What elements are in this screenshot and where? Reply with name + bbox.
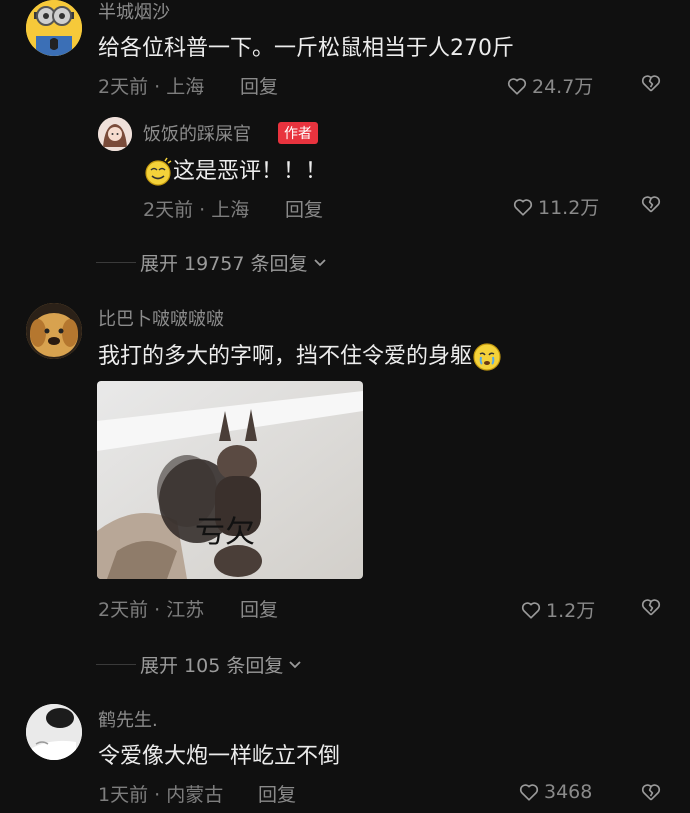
like-button[interactable]: 1.2万	[520, 596, 595, 623]
expand-replies-link[interactable]: 展开 105 条回复	[96, 651, 303, 678]
comment-time-location: 2天前 · 上海	[98, 76, 205, 98]
broken-heart-icon	[641, 599, 661, 616]
divider	[96, 664, 136, 665]
dislike-button[interactable]	[640, 781, 662, 807]
broken-heart-icon	[641, 75, 661, 92]
dislike-button[interactable]	[640, 72, 662, 98]
avatar[interactable]	[26, 0, 82, 56]
chevron-down-icon	[289, 660, 301, 668]
expand-replies-link[interactable]: 展开 19757 条回复	[96, 249, 328, 276]
comment-text: 我打的多大的字啊，挡不住令爱的身躯	[98, 338, 502, 372]
like-count: 24.7万	[532, 76, 594, 98]
reply-button[interactable]: 回复	[285, 195, 323, 222]
comment-image[interactable]: 亏欠	[97, 381, 363, 579]
avatar[interactable]	[26, 303, 82, 359]
author-badge: 作者	[278, 122, 318, 144]
reply-time-location: 2天前 · 上海	[143, 199, 250, 221]
reply-text: 这是恶评！！！	[143, 153, 327, 187]
broken-heart-icon	[641, 784, 661, 801]
like-button[interactable]: 3468	[518, 781, 592, 803]
broken-heart-icon	[641, 196, 661, 213]
like-count: 1.2万	[546, 600, 596, 622]
reply-button[interactable]: 回复	[240, 595, 278, 622]
comment-username[interactable]: 半城烟沙	[98, 0, 170, 24]
comment-username[interactable]: 鹤先生.	[98, 706, 158, 732]
avatar[interactable]	[26, 704, 82, 760]
like-count: 11.2万	[538, 197, 600, 219]
heart-outline-icon	[513, 198, 533, 216]
comment-username[interactable]: 比巴卜啵啵啵啵	[98, 305, 224, 331]
image-caption: 亏欠	[195, 515, 255, 550]
expand-replies-label: 展开 19757 条回复	[140, 253, 308, 275]
comment-time-location: 2天前 · 江苏	[98, 599, 205, 621]
comment-text: 令爱像大炮一样屹立不倒	[98, 744, 341, 769]
dislike-button[interactable]	[640, 193, 662, 219]
heart-outline-icon	[507, 77, 527, 95]
dislike-button[interactable]	[640, 596, 662, 622]
like-count: 3468	[544, 781, 593, 803]
heart-outline-icon	[521, 601, 541, 619]
comment-time-location: 1天前 · 内蒙古	[98, 784, 224, 806]
author-avatar[interactable]	[98, 117, 132, 151]
author-username[interactable]: 饭饭的踩屎官	[143, 120, 251, 146]
heart-outline-icon	[519, 784, 539, 801]
reply-button[interactable]: 回复	[258, 780, 296, 807]
like-button[interactable]: 24.7万	[506, 72, 593, 99]
smiley-emoji-icon	[145, 157, 172, 186]
comment-text: 给各位科普一下。一斤松鼠相当于人270斤	[98, 36, 514, 61]
reply-button[interactable]: 回复	[240, 72, 278, 99]
crying-emoji-icon	[473, 343, 501, 371]
like-button[interactable]: 11.2万	[512, 193, 599, 220]
chevron-down-icon	[313, 258, 326, 266]
expand-replies-label: 展开 105 条回复	[140, 655, 284, 677]
divider	[96, 262, 136, 263]
